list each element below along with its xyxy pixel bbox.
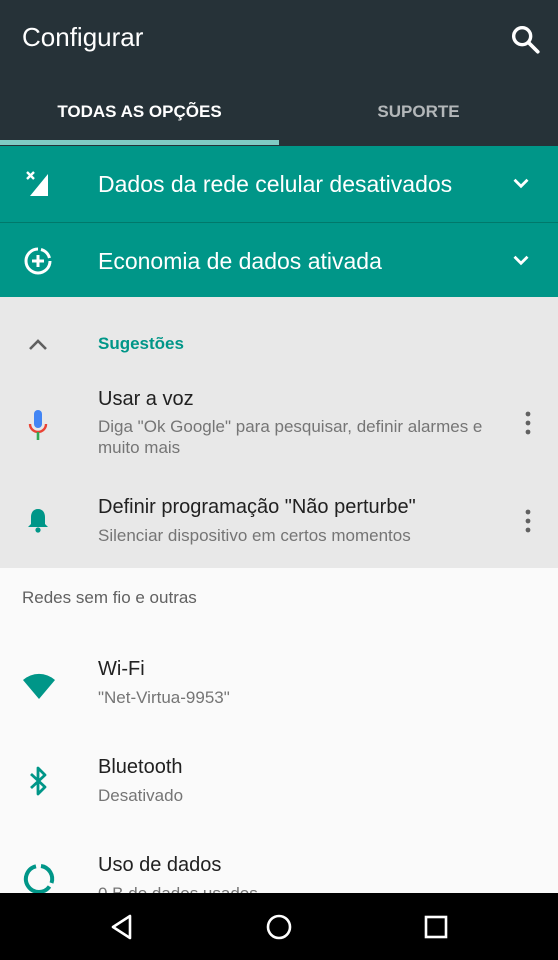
more-vert-icon[interactable] <box>517 508 539 534</box>
chevron-up-icon[interactable] <box>26 334 50 354</box>
condition-label: Economia de dados ativada <box>98 248 382 274</box>
back-icon[interactable] <box>104 909 140 945</box>
microphone-icon <box>28 410 48 440</box>
app-bar: Configurar TODAS AS OPÇÕES SUPORTE <box>0 0 558 146</box>
recents-icon[interactable] <box>418 909 454 945</box>
suggestion-do-not-disturb[interactable]: Definir programação "Não perturbe" Silen… <box>0 496 558 556</box>
suggestions-header: Sugestões <box>98 334 184 353</box>
chevron-down-icon[interactable] <box>508 247 534 273</box>
tab-todas-as-opcoes[interactable]: TODAS AS OPÇÕES <box>0 90 279 134</box>
suggestion-subtitle: Diga "Ok Google" para pesquisar, definir… <box>98 417 483 457</box>
cellular-off-icon <box>26 171 48 196</box>
chevron-down-icon[interactable] <box>508 170 534 196</box>
bluetooth-icon <box>30 766 47 796</box>
setting-bluetooth[interactable]: Bluetooth Desativado <box>0 756 558 852</box>
setting-title: Bluetooth <box>98 756 183 778</box>
bell-icon <box>28 509 48 533</box>
condition-mobile-data-off[interactable]: Dados da rede celular desativados <box>0 146 558 222</box>
suggestion-title: Usar a voz <box>98 388 194 410</box>
setting-title: Wi-Fi <box>98 658 145 680</box>
page-title: Configurar <box>22 22 144 52</box>
setting-title: Uso de dados <box>98 854 222 876</box>
data-usage-icon <box>23 864 55 894</box>
setting-subtitle: Desativado <box>98 786 184 805</box>
suggestion-voice[interactable]: Usar a voz Diga "Ok Google" para pesquis… <box>0 388 558 478</box>
wifi-icon <box>23 673 55 699</box>
condition-label: Dados da rede celular desativados <box>98 171 453 197</box>
search-icon[interactable] <box>508 22 542 56</box>
setting-wifi[interactable]: Wi-Fi "Net-Virtua-9953" <box>0 658 558 754</box>
navigation-bar <box>0 893 558 960</box>
home-icon[interactable] <box>261 909 297 945</box>
condition-data-saver-on[interactable]: Economia de dados ativada <box>0 222 558 299</box>
tab-indicator <box>0 140 279 145</box>
data-saver-icon <box>24 247 52 275</box>
section-title: Redes sem fio e outras <box>22 588 197 607</box>
suggestion-subtitle: Silenciar dispositivo em certos momentos <box>98 526 411 545</box>
tab-suporte[interactable]: SUPORTE <box>279 90 558 134</box>
suggestion-title: Definir programação "Não perturbe" <box>98 496 416 518</box>
setting-subtitle: "Net-Virtua-9953" <box>98 688 230 707</box>
more-vert-icon[interactable] <box>517 410 539 436</box>
